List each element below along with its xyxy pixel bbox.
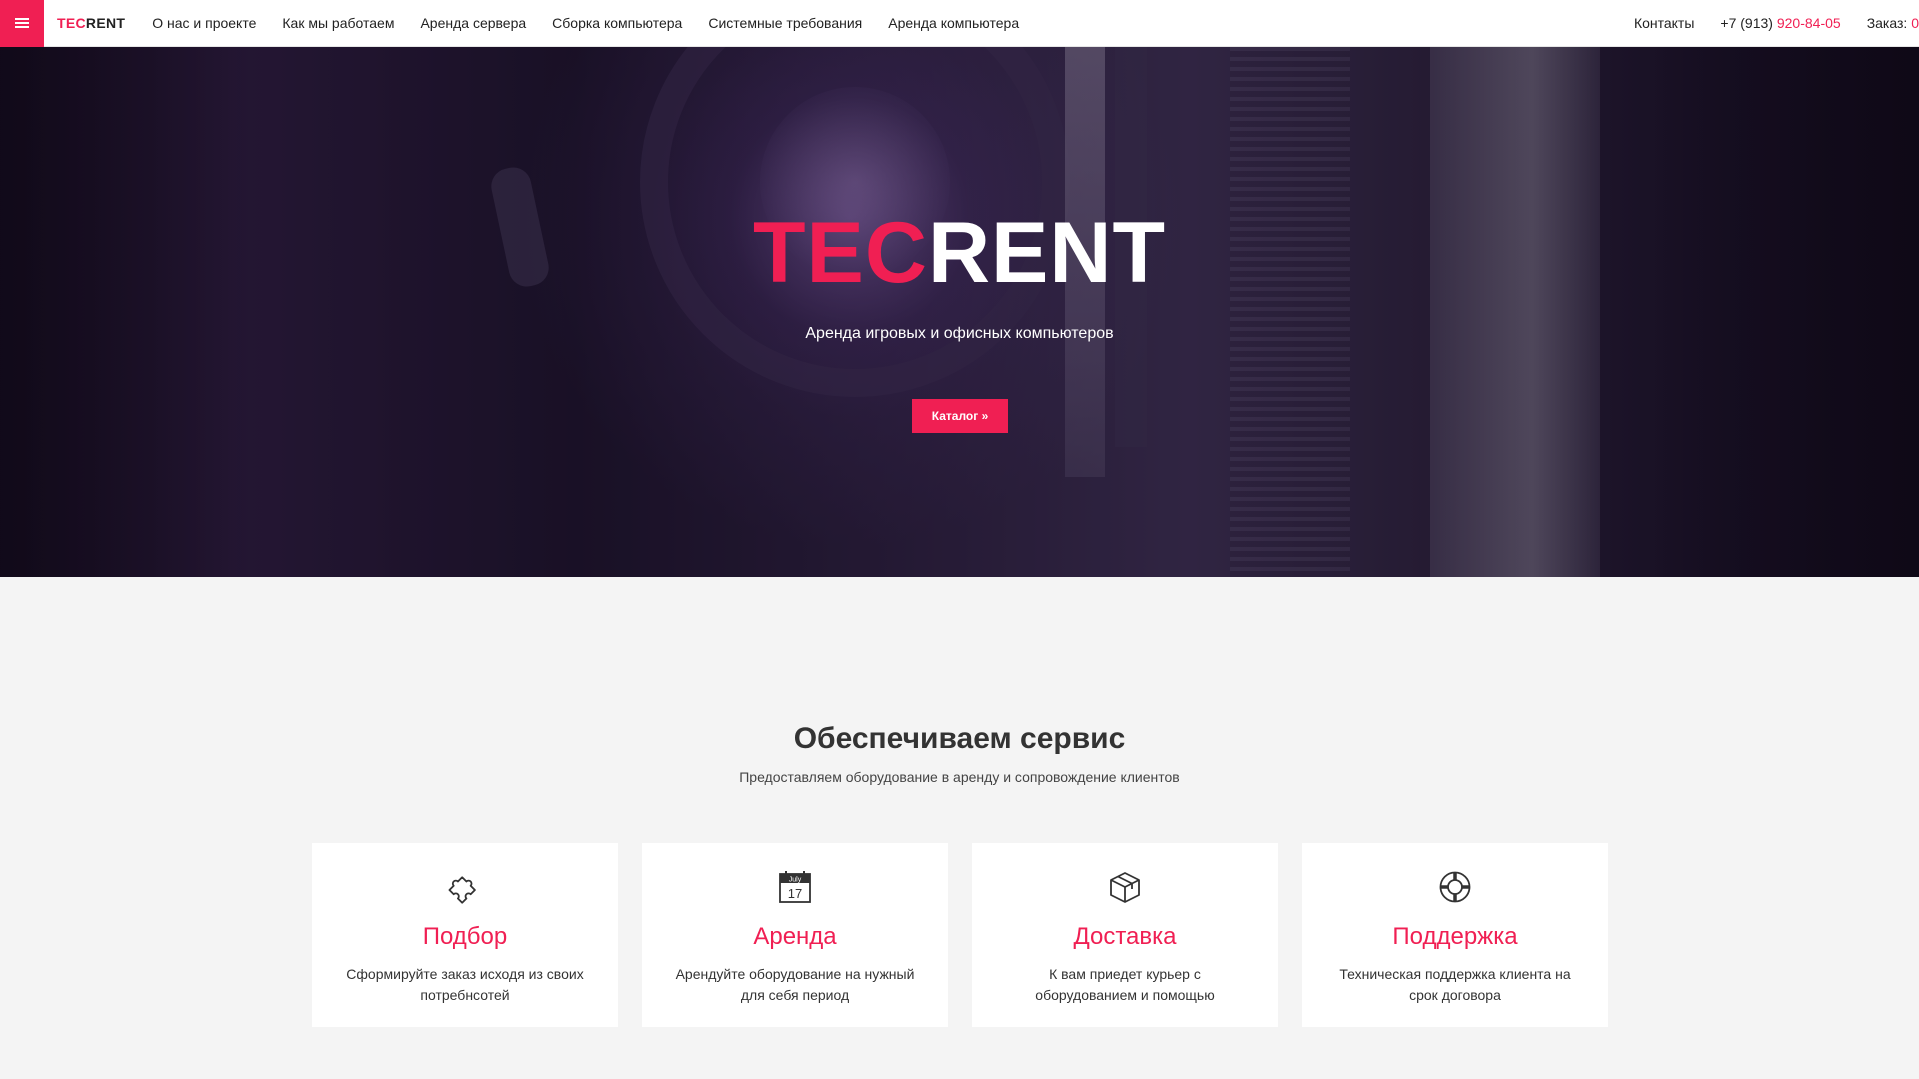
hero-title: TECRENT — [0, 210, 1919, 296]
service-card-title: Подбор — [422, 923, 508, 950]
phone-link[interactable]: +7 (913) 920-84-05 — [1707, 15, 1853, 31]
box-icon — [1110, 872, 1140, 903]
nav-link-system-requirements[interactable]: Системные требования — [695, 15, 875, 31]
calendar-icon-month: July — [789, 877, 802, 884]
nav-link-about[interactable]: О нас и проекте — [139, 15, 269, 31]
nav-link-pc-build[interactable]: Сборка компьютера — [539, 15, 695, 31]
calendar-icon: July 17 — [779, 871, 811, 903]
nav-link-server-rent[interactable]: Аренда сервера — [407, 15, 539, 31]
service-card-title: Аренда — [753, 923, 837, 950]
nav-link-how-we-work[interactable]: Как мы работаем — [269, 15, 407, 31]
main-nav: О нас и проекте Как мы работаем Аренда с… — [139, 15, 1032, 31]
hero-section: TECRENT Аренда игровых и офисных компьют… — [0, 47, 1919, 577]
hero-title-rest: RENT — [927, 205, 1167, 301]
service-card-title: Поддержка — [1392, 923, 1518, 950]
calendar-icon-day: 17 — [788, 886, 802, 901]
order-label: Заказ: — [1866, 15, 1908, 31]
services-cards: Подбор Сформируйте заказ исходя из своих… — [312, 843, 1608, 1027]
service-card-support: Поддержка Техническая поддержка клиента … — [1302, 843, 1608, 1027]
order-count: 0 — [1911, 15, 1919, 31]
services-subtitle: Предоставляем оборудование в аренду и со… — [739, 769, 1180, 785]
service-card-delivery: Доставка К вам приедет курьер с оборудов… — [972, 843, 1278, 1027]
service-card-text: Арендуйте оборудование на нужный для себ… — [675, 966, 915, 1003]
brand-logo-link[interactable]: TECRENT — [57, 15, 125, 31]
nav-right: Контакты +7 (913) 920-84-05 Заказ: 0 — [1621, 15, 1919, 31]
nav-link-pc-rent[interactable]: Аренда компьютера — [875, 15, 1032, 31]
menu-toggle-button[interactable] — [0, 0, 44, 47]
service-card-text: Сформируйте заказ исходя из своих потреб… — [346, 966, 584, 1003]
service-card-text: Техническая поддержка клиента на срок до… — [1339, 966, 1571, 1003]
order-cart-link[interactable]: Заказ: 0 — [1854, 15, 1919, 31]
puzzle-icon — [448, 876, 476, 904]
catalog-button[interactable]: Каталог » — [912, 399, 1008, 433]
services-title: Обеспечиваем сервис — [793, 722, 1126, 755]
brand-rest: RENT — [85, 15, 126, 31]
brand-accent: TEC — [57, 15, 86, 31]
hero-subtitle: Аренда игровых и офисных компьютеров — [805, 325, 1114, 342]
top-navbar: TECRENT О нас и проекте Как мы работаем … — [0, 0, 1919, 47]
phone-number: 920-84-05 — [1776, 15, 1841, 31]
service-card-rent: July 17 Аренда Арендуйте оборудование на… — [642, 843, 948, 1027]
nav-link-contacts[interactable]: Контакты — [1621, 15, 1707, 31]
hamburger-icon — [15, 18, 29, 28]
service-card-text: К вам приедет курьер с оборудованием и п… — [1035, 966, 1215, 1003]
lifebuoy-icon — [1439, 871, 1471, 903]
hero-title-accent: TEC — [752, 205, 928, 301]
service-card-title: Доставка — [1073, 923, 1177, 950]
hero-content: TECRENT Аренда игровых и офисных компьют… — [0, 47, 1919, 577]
service-card-selection: Подбор Сформируйте заказ исходя из своих… — [312, 843, 618, 1027]
phone-prefix: +7 (913) — [1720, 15, 1773, 31]
